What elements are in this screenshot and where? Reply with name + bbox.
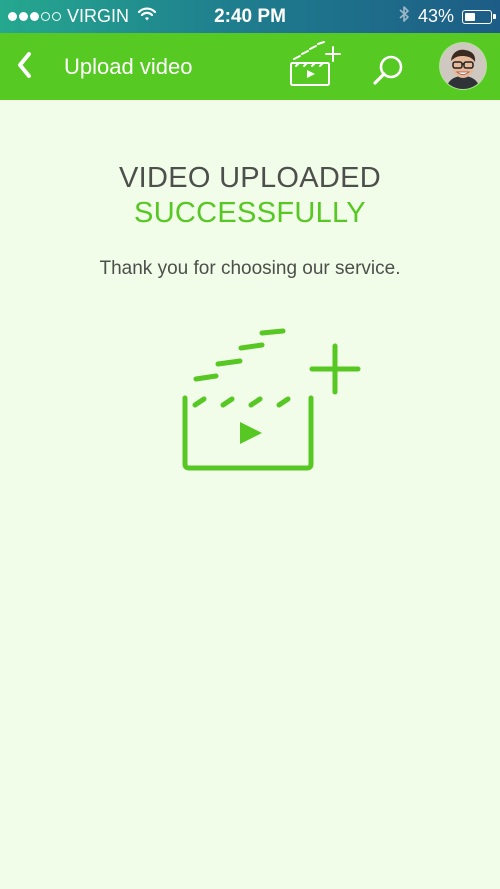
avatar[interactable] [440, 43, 486, 89]
back-button[interactable] [8, 47, 40, 87]
status-bar: VIRGIN 2:40 PM 43% [0, 0, 500, 33]
battery-percentage: 43% [417, 6, 454, 26]
video-add-illustration [180, 326, 365, 471]
thank-you-message: Thank you for choosing our service. [99, 258, 401, 279]
battery-icon [462, 9, 496, 24]
search-icon [368, 55, 408, 95]
status-right: 43% [398, 0, 496, 33]
video-add-icon [180, 328, 365, 475]
page-title: Upload video [64, 54, 193, 79]
success-heading-line2: SUCCESSFULLY [134, 197, 366, 229]
success-heading-line1: VIDEO UPLOADED [118, 162, 382, 194]
bluetooth-icon [398, 5, 410, 28]
video-add-icon [288, 41, 348, 97]
search-button[interactable] [368, 51, 408, 91]
chevron-left-icon [16, 51, 32, 84]
upload-video-button[interactable] [288, 41, 348, 93]
app-bar: Upload video [0, 33, 500, 100]
